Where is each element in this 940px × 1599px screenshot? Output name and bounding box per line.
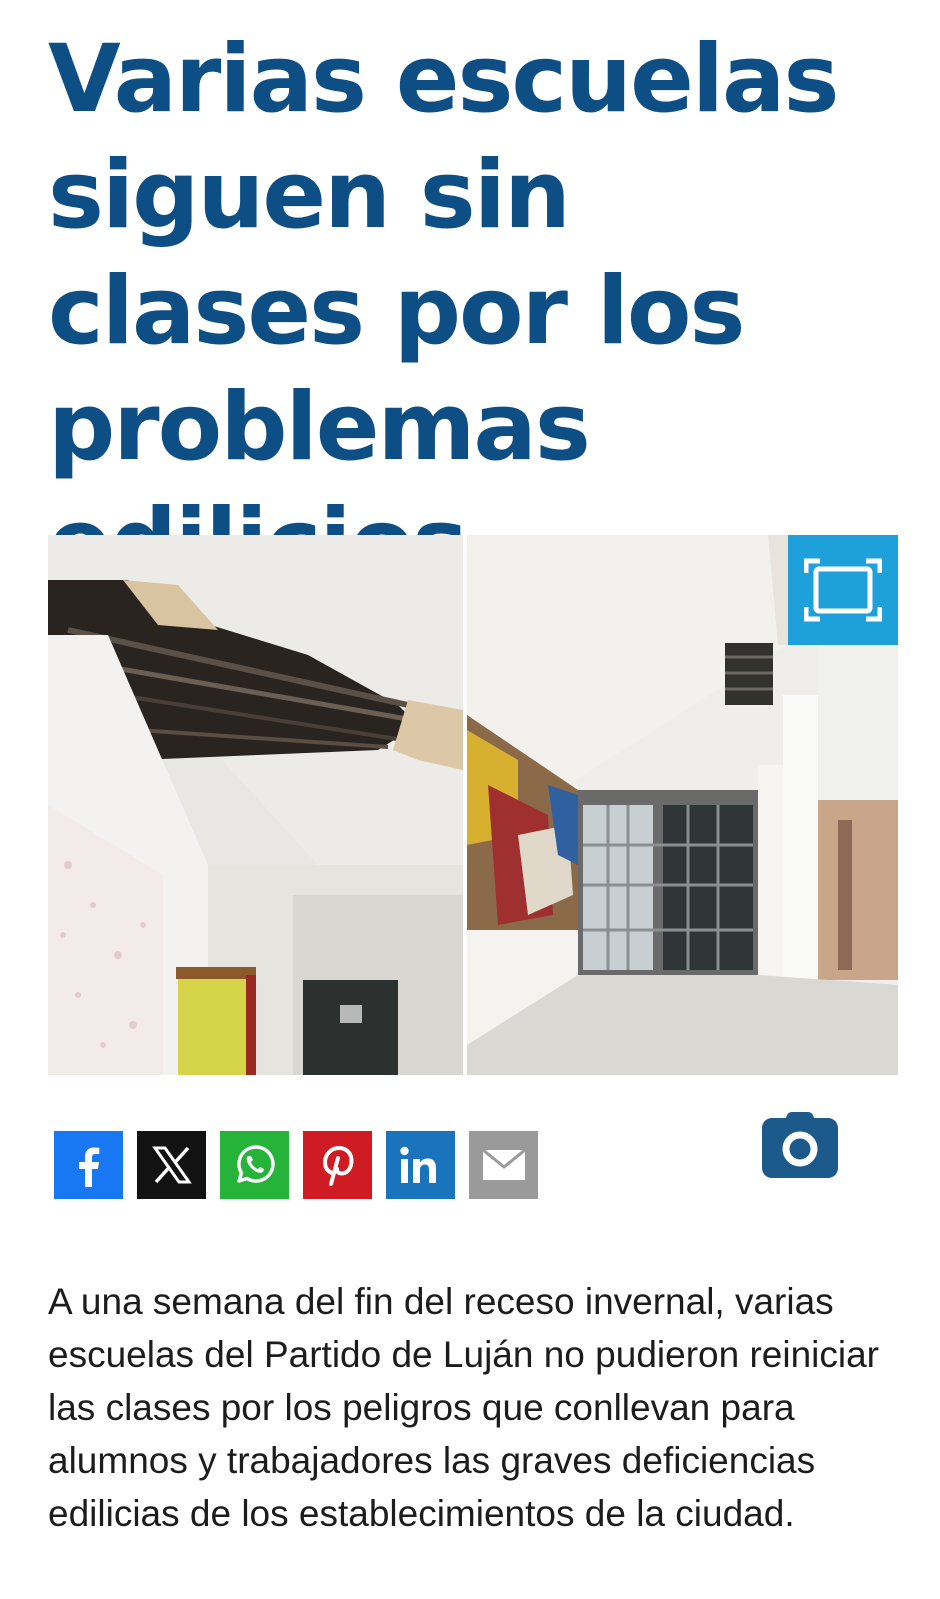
x-icon — [151, 1146, 192, 1184]
expand-icon — [804, 558, 882, 622]
article-body: A una semana del fin del receso invernal… — [48, 1281, 879, 1534]
share-email-button[interactable] — [469, 1131, 538, 1199]
linkedin-icon — [399, 1146, 436, 1183]
share-bar — [54, 1131, 538, 1199]
share-pinterest-button[interactable] — [303, 1131, 372, 1199]
camera-button[interactable] — [762, 1112, 838, 1178]
whatsapp-icon — [236, 1145, 275, 1183]
expand-image-button[interactable] — [788, 535, 898, 645]
pinterest-icon — [322, 1145, 354, 1186]
camera-icon — [762, 1112, 838, 1178]
share-facebook-button[interactable] — [54, 1131, 123, 1199]
left-photo-ceiling-damage — [48, 535, 463, 1075]
share-x-button[interactable] — [137, 1131, 206, 1199]
photo-collage — [48, 535, 898, 1075]
email-icon — [481, 1149, 526, 1180]
article-headline: Varias escuelas siguen sin clases por lo… — [48, 25, 839, 598]
share-linkedin-button[interactable] — [386, 1131, 455, 1199]
article-photo[interactable] — [48, 535, 898, 1075]
facebook-icon — [78, 1147, 99, 1187]
share-whatsapp-button[interactable] — [220, 1131, 289, 1199]
